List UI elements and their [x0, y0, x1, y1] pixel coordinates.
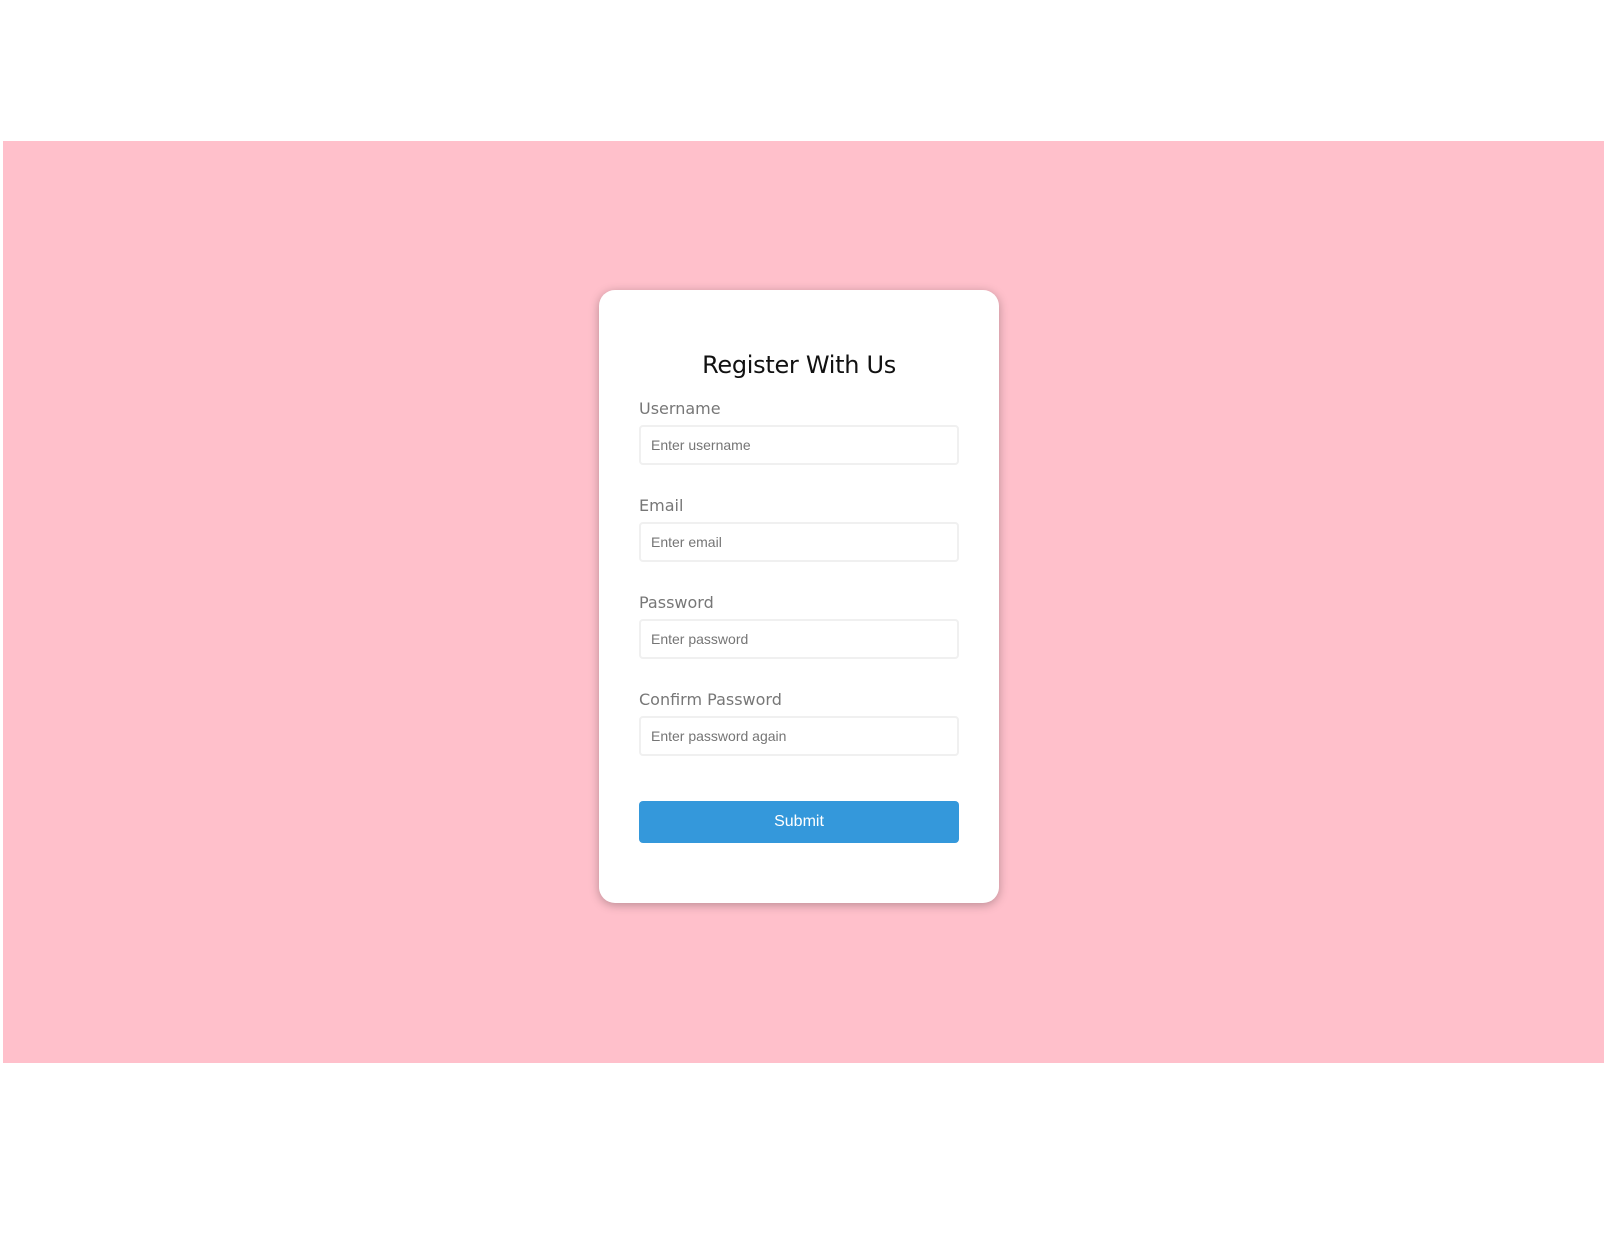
email-label: Email	[639, 496, 684, 515]
page: Register With Us Username Email Password…	[0, 0, 1607, 1234]
confirm-password-input[interactable]	[639, 716, 959, 756]
username-input[interactable]	[639, 425, 959, 465]
confirm-password-group: Confirm Password	[639, 689, 959, 786]
register-form: Username Email Password Confirm Password…	[639, 398, 959, 843]
username-group: Username	[639, 398, 959, 495]
register-card: Register With Us Username Email Password…	[599, 290, 999, 903]
form-title: Register With Us	[702, 351, 896, 379]
password-group: Password	[639, 592, 959, 689]
password-input[interactable]	[639, 619, 959, 659]
email-group: Email	[639, 495, 959, 592]
email-input[interactable]	[639, 522, 959, 562]
password-label: Password	[639, 593, 714, 612]
username-label: Username	[639, 399, 721, 418]
confirm-password-label: Confirm Password	[639, 690, 782, 709]
pink-background-band: Register With Us Username Email Password…	[3, 141, 1604, 1063]
submit-button[interactable]: Submit	[639, 801, 959, 843]
